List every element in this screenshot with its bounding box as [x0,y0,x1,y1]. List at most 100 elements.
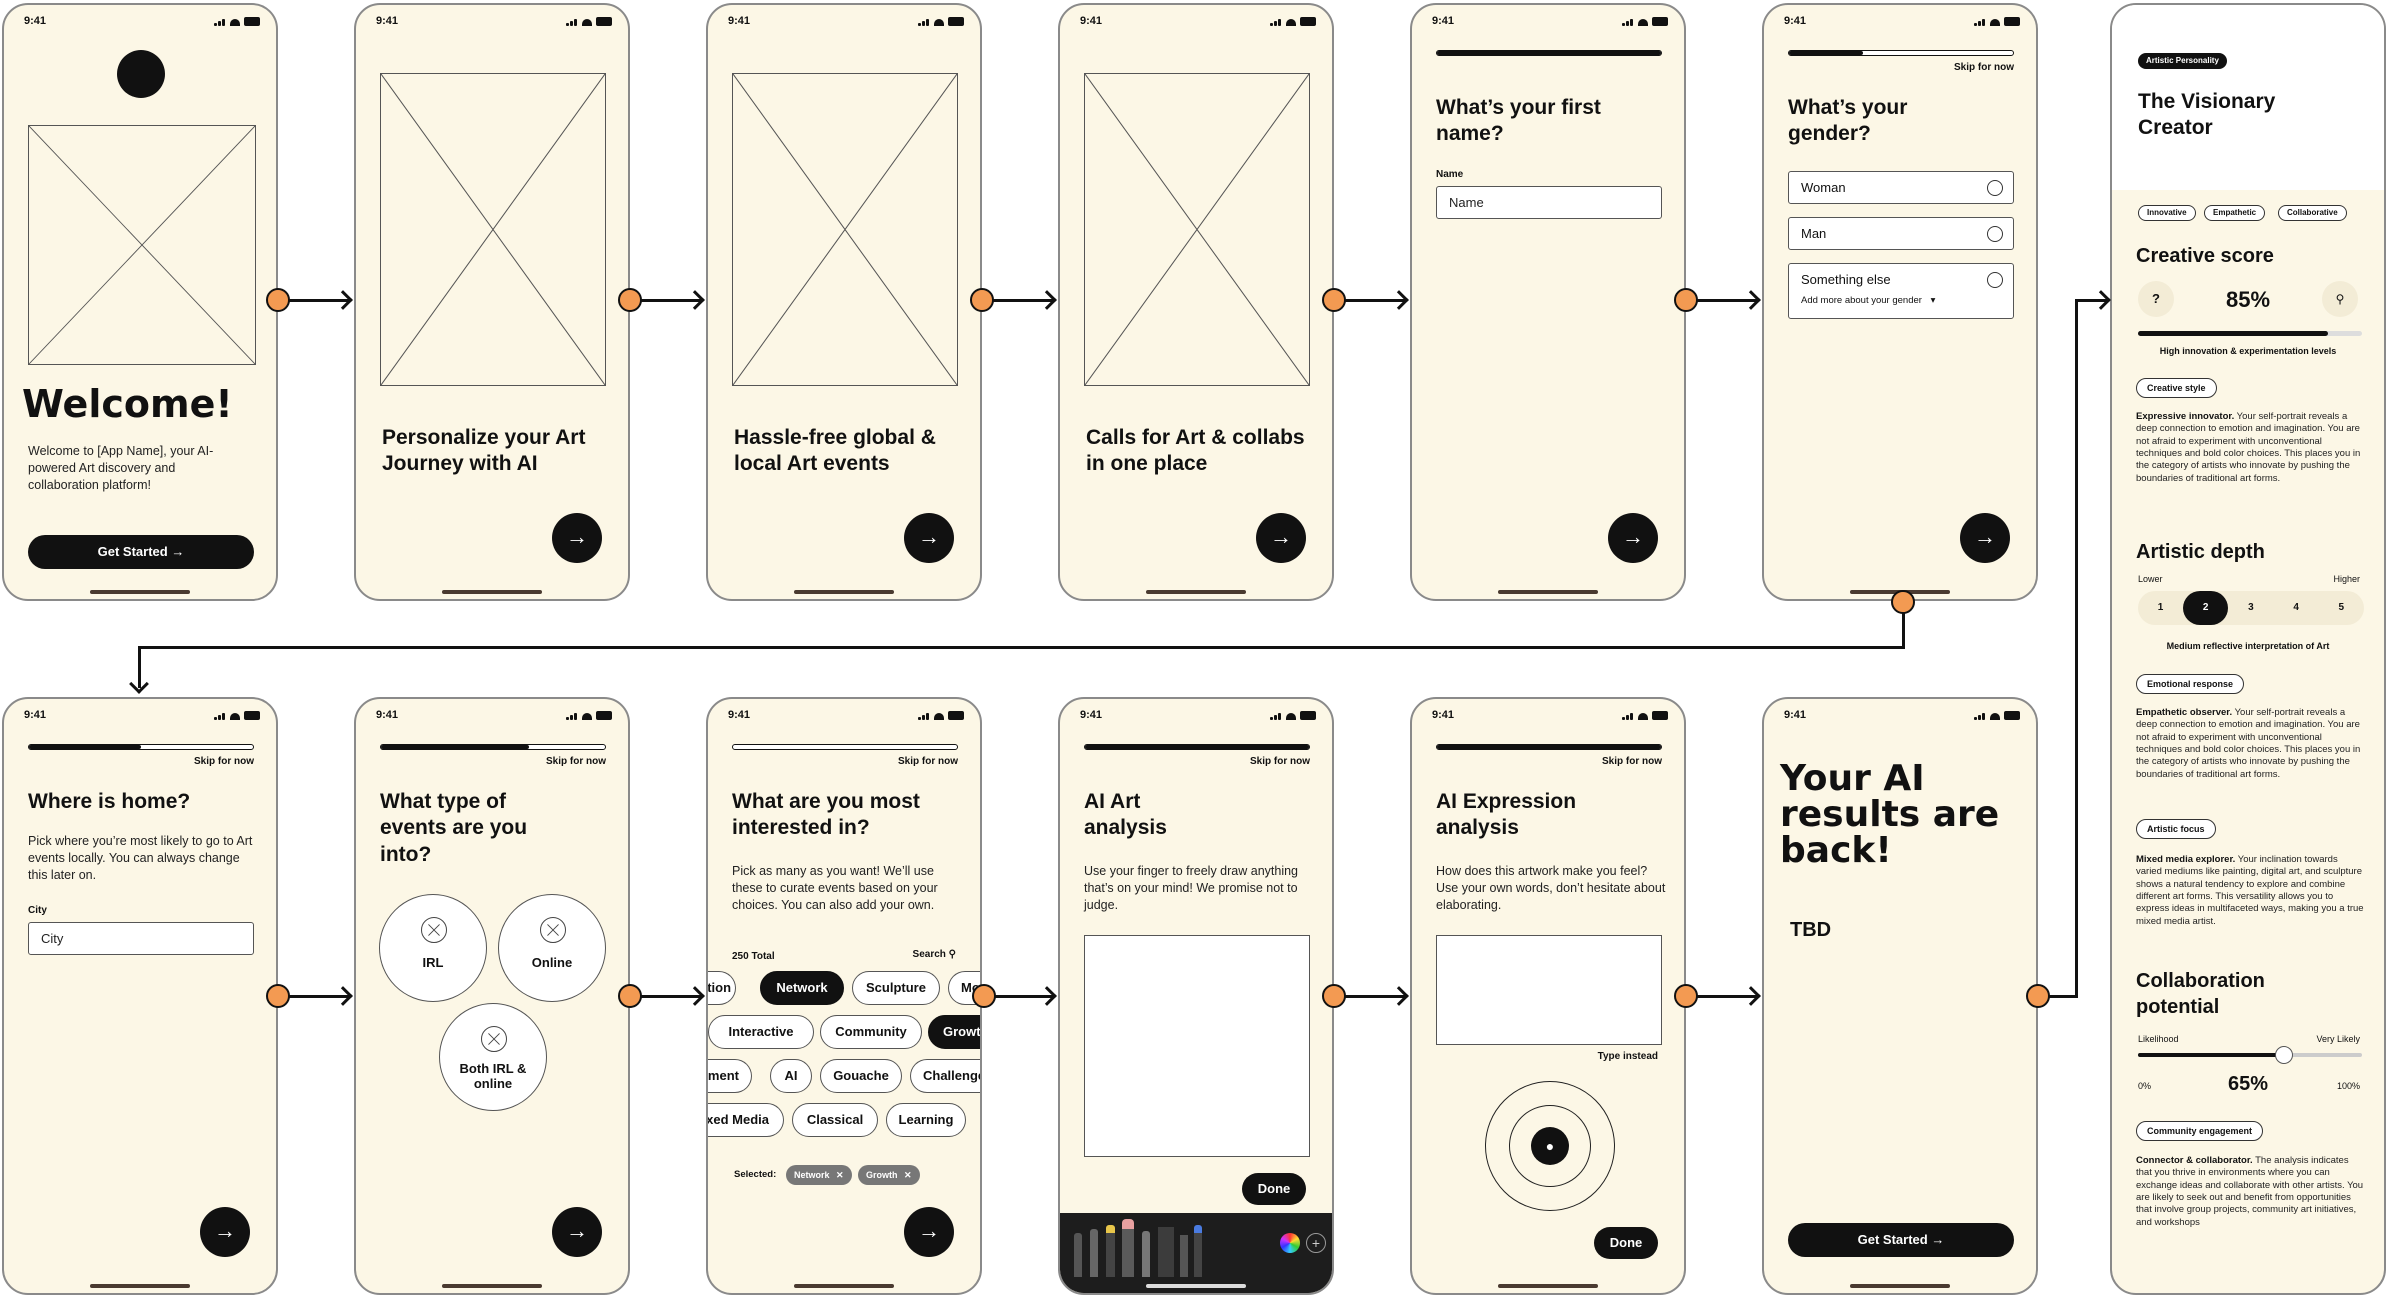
status-icons [566,711,612,720]
depth-note: Medium reflective interpretation of Art [2166,641,2330,651]
radio-icon [1987,272,2003,288]
skip-link[interactable]: Skip for now [898,756,958,767]
skip-link[interactable]: Skip for now [1954,62,2014,73]
city-input[interactable]: City [28,922,254,955]
depth-step-1[interactable]: 1 [2138,591,2183,625]
color-picker-icon[interactable] [1280,1233,1300,1253]
progress-bar [1436,744,1662,750]
eraser-tool-icon[interactable] [1122,1219,1134,1277]
chip-ai[interactable]: AI [770,1059,812,1093]
arrow-right-icon: → [1974,524,1996,549]
done-button[interactable]: Done [1242,1173,1306,1205]
collab-slider[interactable] [2138,1046,2362,1064]
gender-option-woman[interactable]: Woman [1788,171,2014,204]
chip-sculpture[interactable]: Sculpture [852,971,940,1005]
brush-tool-icon[interactable] [1142,1231,1150,1277]
status-icons [1622,17,1668,26]
next-button[interactable]: → [1256,513,1306,563]
next-button[interactable]: → [1608,513,1658,563]
home-screen: 9:41 Skip for now Where is home? Pick wh… [2,697,278,1295]
next-button[interactable]: → [1960,513,2010,563]
chip-gouache[interactable]: Gouache [820,1059,902,1093]
x-icon [481,1026,507,1052]
chip-network[interactable]: Network [760,971,844,1005]
depth-step-2[interactable]: 2 [2183,591,2229,625]
community-text: Connector & collaborator. The analysis i… [2136,1155,2364,1229]
flow-node [1674,288,1698,312]
event-option-both[interactable]: Both IRL & online [439,1003,547,1111]
chip-interactive[interactable]: Interactive [708,1015,814,1049]
next-button[interactable]: → [552,513,602,563]
option-label: Both IRL & online [459,1061,527,1091]
flow-node [266,984,290,1008]
event-option-online[interactable]: Online [498,894,606,1002]
lasso-tool-icon[interactable] [1180,1235,1188,1277]
add-tool-icon[interactable]: + [1306,1233,1326,1253]
skip-link[interactable]: Skip for now [546,756,606,767]
flow-arrowhead-icon [1389,290,1409,310]
collab-slider-handle[interactable] [2274,1046,2293,1064]
flow-arrowhead-icon [129,674,149,694]
skip-link[interactable]: Skip for now [1250,756,1310,767]
progress-bar [1084,744,1310,750]
chip-mixed-media[interactable]: xed Media [708,1103,784,1137]
chip-challenge[interactable]: Challenge [910,1059,980,1093]
personality-badge: Artistic Personality [2138,53,2227,69]
ruler-tool-icon[interactable] [1158,1227,1174,1277]
selected-chip-network[interactable]: Network ✕ [786,1165,852,1185]
pencil-tool-icon[interactable] [1090,1229,1098,1277]
artistic-focus-text: Mixed media explorer. Your inclination t… [2136,854,2364,928]
expression-text-area[interactable] [1436,935,1662,1045]
next-button[interactable]: → [904,513,954,563]
fountain-pen-icon[interactable] [1194,1225,1202,1277]
progress-bar [1788,50,2014,56]
next-button[interactable]: → [200,1207,250,1257]
flow-arrowhead-icon [333,290,353,310]
flow-line [138,646,1905,649]
chip-growth[interactable]: Growth [928,1015,980,1049]
get-started-button[interactable]: Get Started → [1788,1223,2014,1257]
gender-option-other[interactable]: Something else Add more about your gende… [1788,263,2014,319]
events-screen: 9:41 Skip for now What type of events ar… [354,697,630,1295]
search-button[interactable]: Search ⚲ [913,949,956,960]
pen-tool-icon[interactable] [1074,1233,1082,1277]
chip-movement[interactable]: ement [708,1059,752,1093]
results-screen: 9:41 Your AI results are back! TBD Get S… [1762,697,2038,1295]
marker-tool-icon[interactable] [1106,1225,1115,1277]
skip-link[interactable]: Skip for now [1602,756,1662,767]
record-button[interactable]: ● [1531,1127,1569,1165]
next-button[interactable]: → [904,1207,954,1257]
chip-animation[interactable]: ation [708,971,736,1005]
depth-step-4[interactable]: 4 [2274,591,2319,625]
gender-option-man[interactable]: Man [1788,217,2014,250]
gender-more-select[interactable]: Add more about your gender ▾ [1801,294,1935,308]
drawing-canvas[interactable] [1084,935,1310,1157]
skip-link[interactable]: Skip for now [194,756,254,767]
status-icons [214,17,260,26]
depth-step-5[interactable]: 5 [2319,591,2364,625]
status-time: 9:41 [728,709,751,721]
selected-chip-growth[interactable]: Growth ✕ [858,1165,920,1185]
type-instead-link[interactable]: Type instead [1598,1051,1658,1062]
event-option-irl[interactable]: IRL [379,894,487,1002]
name-input[interactable]: Name [1436,186,1662,219]
profile-screen: 9:41 Artistic Personality The Visionary … [2110,3,2386,1295]
chip-classical[interactable]: Classical [792,1103,878,1137]
done-button[interactable]: Done [1594,1227,1658,1259]
chip-learning[interactable]: Learning [886,1103,966,1137]
flow-node [1322,288,1346,312]
chip-community[interactable]: Community [820,1015,922,1049]
collab-slider-fill [2138,1053,2284,1057]
status-icons [1622,711,1668,720]
get-started-button[interactable]: Get Started → [28,535,254,569]
depth-step-3[interactable]: 3 [2228,591,2273,625]
welcome-title: Welcome! [22,382,233,426]
depth-selector[interactable]: 12345 [2138,591,2364,625]
next-button[interactable]: → [552,1207,602,1257]
artistic-focus-lead: Mixed media explorer. [2136,854,2236,865]
home-indicator [1498,590,1598,594]
home-indicator [1146,1284,1246,1288]
caret-down-icon: ▾ [1930,295,1936,306]
search-button[interactable]: ⚲ [2322,281,2358,317]
x-icon [421,917,447,943]
